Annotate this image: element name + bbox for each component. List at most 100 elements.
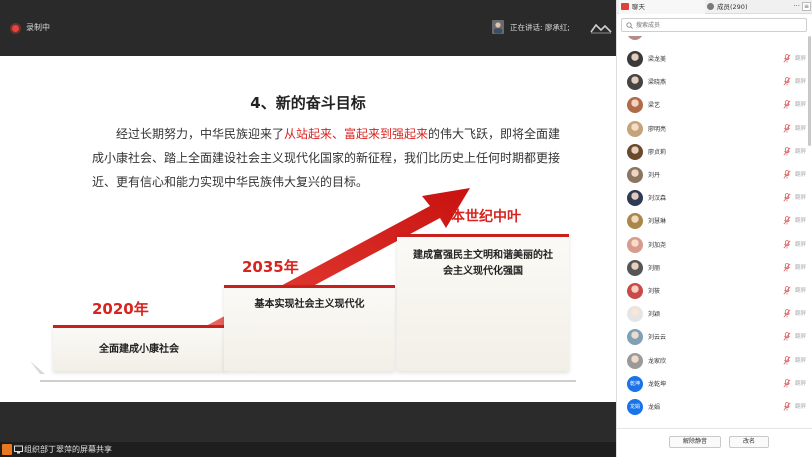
- rename-button[interactable]: 改名: [729, 436, 769, 448]
- member-status: 翻屏: [795, 148, 807, 155]
- mic-muted-icon[interactable]: [783, 77, 791, 86]
- screen-share-icon: [14, 445, 23, 454]
- screen-share-label: 组织部丁翠萍的屏幕共享: [24, 445, 112, 454]
- collapse-panel-icon[interactable]: ≡: [802, 2, 811, 11]
- search-icon: [626, 22, 633, 29]
- mic-muted-icon[interactable]: [783, 193, 791, 202]
- milestone-mid-century-label: 建成富强民主文明和谐美丽的社会主义现代化强国: [413, 250, 553, 277]
- mic-muted-icon[interactable]: [783, 216, 791, 225]
- member-row[interactable]: 刘筱 翻屏: [617, 280, 807, 303]
- mic-muted-icon[interactable]: [783, 262, 791, 272]
- member-name: 廖明亮: [648, 125, 667, 133]
- avatar: [627, 74, 643, 91]
- milestone-2020-label: 全面建成小康社会: [99, 344, 179, 355]
- member-row[interactable]: 龙娟 龙娟 翻屏: [617, 396, 807, 419]
- member-search-input[interactable]: [636, 20, 801, 31]
- avatar: [627, 329, 643, 346]
- member-name: 刘丽: [648, 264, 661, 272]
- member-status: 翻屏: [795, 125, 807, 132]
- avatar: [627, 51, 643, 67]
- user-icon: [2, 444, 12, 455]
- avatar: [627, 167, 643, 183]
- mic-muted-icon[interactable]: [783, 100, 791, 109]
- avatar: [627, 259, 643, 276]
- member-row[interactable]: 乾坤 龙乾坤 翻屏: [617, 373, 807, 396]
- mic-muted-icon[interactable]: [783, 123, 791, 133]
- milestone-mid-century-year: 本世纪中叶: [451, 209, 521, 225]
- mic-muted-icon[interactable]: [783, 309, 791, 318]
- chat-icon: [621, 3, 629, 10]
- milestone-2020-year: 2020年: [92, 300, 149, 318]
- mic-muted-icon[interactable]: [783, 402, 791, 411]
- member-list-scrollbar[interactable]: [808, 36, 811, 146]
- tab-chat-label: 聊天: [632, 3, 645, 11]
- avatar: [627, 213, 643, 230]
- member-row[interactable]: 廖贞莉 翻屏: [617, 141, 807, 164]
- member-status: 翻屏: [795, 241, 807, 248]
- panel-tabs: 聊天 成员(290) ··· ≡: [617, 0, 812, 14]
- avatar: [627, 120, 643, 137]
- speaking-indicator: 正在讲话: 廖承红;: [510, 23, 570, 32]
- milestone-2035-label: 基本实现社会主义现代化: [254, 299, 365, 310]
- member-row[interactable]: 刘丹 翻屏: [617, 164, 807, 187]
- member-name: 刘颖: [648, 311, 661, 319]
- member-row[interactable]: 龙家欣 翻屏: [617, 350, 807, 373]
- member-status: 翻屏: [795, 56, 807, 62]
- more-options-button[interactable]: ···: [793, 0, 800, 13]
- member-name: 刘丹: [648, 172, 661, 179]
- avatar: [627, 236, 643, 253]
- member-row[interactable]: 刘丽 翻屏: [617, 257, 807, 280]
- recording-icon: [12, 25, 19, 32]
- member-row[interactable]: 刘加尧 翻屏: [617, 234, 807, 257]
- member-row[interactable]: 刘颖 翻屏: [617, 303, 807, 326]
- slide-baseline: [40, 380, 576, 382]
- member-name: 刘云云: [648, 334, 667, 342]
- member-name: 梁龙美: [648, 56, 667, 63]
- avatar: 龙娟: [627, 399, 643, 415]
- milestone-mid-century-card: 建成富强民主文明和谐美丽的社会主义现代化强国: [397, 234, 569, 371]
- tab-members[interactable]: 成员(290): [705, 0, 803, 14]
- tab-members-label: 成员(290): [717, 3, 748, 11]
- member-row[interactable]: 刘汉森 翻屏: [617, 187, 807, 210]
- screen-share-status-bar: 组织部丁翠萍的屏幕共享: [0, 442, 616, 457]
- member-search-box[interactable]: [621, 18, 807, 32]
- member-row[interactable]: 廖明亮 翻屏: [617, 118, 807, 141]
- member-row[interactable]: 刘慧琳 翻屏: [617, 210, 807, 233]
- member-row[interactable]: 梁龙美 翻屏: [617, 48, 807, 71]
- member-name: 龙乾坤: [648, 380, 667, 388]
- mic-muted-icon[interactable]: [783, 146, 791, 156]
- member-status: 翻屏: [795, 195, 807, 202]
- panel-footer: 解除静音 改名: [617, 428, 812, 457]
- gallery-view-icon[interactable]: [590, 22, 612, 34]
- member-row[interactable]: 梁艺 翻屏: [617, 94, 807, 117]
- member-name: 龙家欣: [648, 357, 667, 365]
- mic-muted-icon[interactable]: [783, 378, 791, 388]
- mic-muted-icon[interactable]: [783, 239, 791, 249]
- avatar: 乾坤: [627, 375, 643, 392]
- member-status: 翻屏: [795, 264, 807, 271]
- mic-muted-icon[interactable]: [783, 355, 791, 365]
- member-name: 刘汉森: [648, 195, 667, 203]
- member-name: 梁艺: [648, 102, 661, 110]
- avatar: [627, 97, 643, 114]
- members-panel: 聊天 成员(290) ··· ≡ 梁龙美翻屏梁晓燕翻屏梁艺翻屏廖明亮翻屏廖贞莉翻…: [616, 0, 812, 457]
- member-row[interactable]: 刘云云 翻屏: [617, 326, 807, 349]
- mic-muted-icon[interactable]: [783, 332, 791, 341]
- unmute-all-button[interactable]: 解除静音: [669, 436, 721, 448]
- member-status: 翻屏: [795, 380, 807, 387]
- member-status: 翻屏: [795, 172, 807, 178]
- member-status: 翻屏: [795, 79, 807, 86]
- tab-chat[interactable]: 聊天: [619, 0, 705, 14]
- mic-muted-icon[interactable]: [783, 170, 791, 179]
- mic-muted-icon[interactable]: [783, 286, 791, 295]
- member-status: 翻屏: [795, 218, 807, 225]
- milestone-2035-year: 2035年: [242, 258, 299, 276]
- member-name: 刘筱: [648, 288, 661, 295]
- member-status: 翻屏: [795, 102, 807, 109]
- member-row-partial: [627, 36, 643, 40]
- member-row[interactable]: 梁晓燕 翻屏: [617, 71, 807, 94]
- member-status: 翻屏: [795, 334, 807, 341]
- shared-slide: 4、新的奋斗目标 经过长期努力，中华民族迎来了从站起来、富起来到强起来的伟大飞跃…: [0, 56, 616, 402]
- mic-muted-icon[interactable]: [783, 54, 791, 63]
- member-name: 龙娟: [648, 404, 661, 411]
